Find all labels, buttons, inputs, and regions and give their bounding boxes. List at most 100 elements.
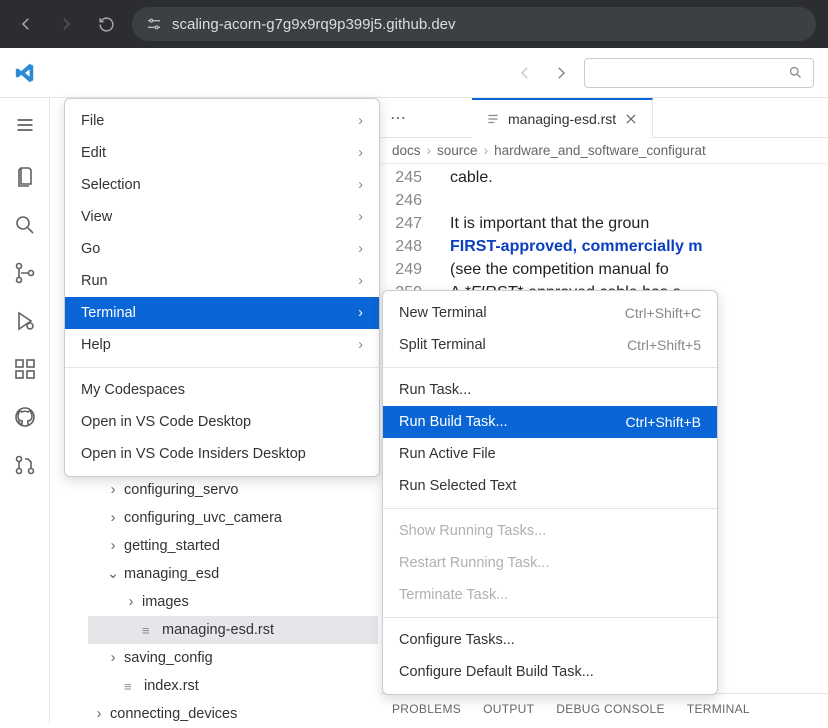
tree-label: getting_started bbox=[124, 538, 220, 554]
chevron-right-icon: › bbox=[358, 177, 363, 193]
rst-file-icon bbox=[486, 112, 500, 126]
submenu-item-split-terminal[interactable]: Split TerminalCtrl+Shift+5 bbox=[383, 329, 717, 361]
menu-item-open-in-vs-code-desktop[interactable]: Open in VS Code Desktop bbox=[65, 406, 379, 438]
chevron-right-icon: › bbox=[358, 273, 363, 289]
tree-label: managing-esd.rst bbox=[162, 622, 274, 638]
menu-item-terminal[interactable]: Terminal› bbox=[65, 297, 379, 329]
submenu-item-configure-tasks[interactable]: Configure Tasks... bbox=[383, 624, 717, 656]
file-explorer-tree: ›configuring_servo›configuring_uvc_camer… bbox=[88, 476, 378, 728]
menu-item-file[interactable]: File› bbox=[65, 105, 379, 137]
breadcrumb-segment[interactable]: docs bbox=[392, 143, 421, 158]
editor-nav-forward-button[interactable] bbox=[548, 60, 574, 86]
pull-request-icon[interactable] bbox=[12, 452, 38, 478]
submenu-item-run-build-task[interactable]: Run Build Task...Ctrl+Shift+B bbox=[383, 406, 717, 438]
editor-tab[interactable]: managing-esd.rst bbox=[472, 98, 653, 138]
tree-label: index.rst bbox=[144, 678, 199, 694]
chevron-right-icon: › bbox=[358, 145, 363, 161]
vscode-title-bar bbox=[0, 48, 828, 98]
chevron-right-icon: › bbox=[92, 706, 106, 722]
github-icon[interactable] bbox=[12, 404, 38, 430]
submenu-item-new-terminal[interactable]: New TerminalCtrl+Shift+C bbox=[383, 297, 717, 329]
explorer-icon[interactable] bbox=[12, 164, 38, 190]
chevron-down-icon: ⌄ bbox=[106, 566, 120, 582]
sidebar: File›Edit›Selection›View›Go›Run›Terminal… bbox=[50, 98, 380, 723]
tree-folder[interactable]: ›saving_config bbox=[88, 644, 378, 672]
chevron-right-icon: › bbox=[358, 305, 363, 321]
chevron-right-icon: › bbox=[106, 538, 120, 554]
editor-tab-bar: ⋯ managing-esd.rst bbox=[380, 98, 828, 138]
menu-item-view[interactable]: View› bbox=[65, 201, 379, 233]
chevron-right-icon: › bbox=[358, 241, 363, 257]
menu-item-edit[interactable]: Edit› bbox=[65, 137, 379, 169]
tree-file[interactable]: ≡ managing-esd.rst bbox=[88, 616, 378, 644]
panel-tab-bar: PROBLEMS OUTPUT DEBUG CONSOLE TERMINAL bbox=[380, 693, 828, 723]
main-menu-popup: File›Edit›Selection›View›Go›Run›Terminal… bbox=[64, 98, 380, 477]
tree-label: configuring_uvc_camera bbox=[124, 510, 282, 526]
menu-item-selection[interactable]: Selection› bbox=[65, 169, 379, 201]
breadcrumb[interactable]: docs › source › hardware_and_software_config… bbox=[380, 138, 828, 164]
browser-forward-button[interactable] bbox=[52, 10, 80, 38]
panel-tab-problems[interactable]: PROBLEMS bbox=[392, 702, 461, 716]
chevron-right-icon: › bbox=[124, 594, 138, 610]
submenu-item-configure-default-build-task[interactable]: Configure Default Build Task... bbox=[383, 656, 717, 688]
editor-nav-back-button[interactable] bbox=[512, 60, 538, 86]
site-settings-icon[interactable] bbox=[146, 16, 162, 32]
panel-tab-output[interactable]: OUTPUT bbox=[483, 702, 534, 716]
vscode-logo-icon bbox=[14, 62, 36, 84]
extensions-icon[interactable] bbox=[12, 356, 38, 382]
close-icon[interactable] bbox=[624, 112, 638, 126]
tree-label: managing_esd bbox=[124, 566, 219, 582]
tree-folder[interactable]: ›configuring_servo bbox=[88, 476, 378, 504]
tab-label: managing-esd.rst bbox=[508, 111, 616, 127]
chevron-right-icon: › bbox=[358, 337, 363, 353]
chevron-right-icon: › bbox=[106, 510, 120, 526]
chevron-right-icon: › bbox=[106, 482, 120, 498]
terminal-submenu-popup: New TerminalCtrl+Shift+CSplit TerminalCt… bbox=[382, 290, 718, 695]
tree-label: configuring_servo bbox=[124, 482, 238, 498]
breadcrumb-segment[interactable]: hardware_and_software_configurat bbox=[494, 143, 706, 158]
menu-item-run[interactable]: Run› bbox=[65, 265, 379, 297]
tree-file[interactable]: ≡ index.rst bbox=[88, 672, 378, 700]
submenu-item-restart-running-task: Restart Running Task... bbox=[383, 547, 717, 579]
chevron-right-icon: › bbox=[484, 143, 489, 158]
search-icon bbox=[788, 65, 803, 80]
submenu-item-terminate-task: Terminate Task... bbox=[383, 579, 717, 611]
chevron-right-icon: › bbox=[358, 209, 363, 225]
tree-folder[interactable]: ›connecting_devices bbox=[88, 700, 378, 728]
source-control-icon[interactable] bbox=[12, 260, 38, 286]
run-debug-icon[interactable] bbox=[12, 308, 38, 334]
file-icon: ≡ bbox=[124, 679, 140, 694]
tree-folder[interactable]: ›configuring_uvc_camera bbox=[88, 504, 378, 532]
browser-url-bar[interactable]: scaling-acorn-g7g9x9rq9p399j5.github.dev bbox=[132, 7, 816, 41]
menu-item-go[interactable]: Go› bbox=[65, 233, 379, 265]
activity-bar bbox=[0, 98, 50, 723]
tree-folder[interactable]: ›getting_started bbox=[88, 532, 378, 560]
browser-chrome: scaling-acorn-g7g9x9rq9p399j5.github.dev bbox=[0, 0, 828, 48]
file-icon: ≡ bbox=[142, 623, 158, 638]
url-text: scaling-acorn-g7g9x9rq9p399j5.github.dev bbox=[172, 16, 456, 33]
search-activity-icon[interactable] bbox=[12, 212, 38, 238]
submenu-item-run-selected-text[interactable]: Run Selected Text bbox=[383, 470, 717, 502]
menu-item-my-codespaces[interactable]: My Codespaces bbox=[65, 374, 379, 406]
tab-overflow-button[interactable]: ⋯ bbox=[380, 108, 416, 128]
command-center-search[interactable] bbox=[584, 58, 814, 88]
tree-label: connecting_devices bbox=[110, 706, 237, 722]
tree-folder[interactable]: ›images bbox=[88, 588, 378, 616]
menu-item-open-in-vs-code-insiders-desktop[interactable]: Open in VS Code Insiders Desktop bbox=[65, 438, 379, 470]
panel-tab-debug-console[interactable]: DEBUG CONSOLE bbox=[556, 702, 665, 716]
browser-back-button[interactable] bbox=[12, 10, 40, 38]
tree-label: images bbox=[142, 594, 189, 610]
menu-item-help[interactable]: Help› bbox=[65, 329, 379, 361]
chevron-right-icon: › bbox=[427, 143, 432, 158]
panel-tab-terminal[interactable]: TERMINAL bbox=[687, 702, 750, 716]
submenu-item-show-running-tasks: Show Running Tasks... bbox=[383, 515, 717, 547]
submenu-item-run-active-file[interactable]: Run Active File bbox=[383, 438, 717, 470]
breadcrumb-segment[interactable]: source bbox=[437, 143, 478, 158]
menu-hamburger-button[interactable] bbox=[12, 112, 38, 138]
tree-label: saving_config bbox=[124, 650, 213, 666]
tree-folder[interactable]: ⌄managing_esd bbox=[88, 560, 378, 588]
chevron-right-icon: › bbox=[358, 113, 363, 129]
chevron-right-icon: › bbox=[106, 650, 120, 666]
browser-reload-button[interactable] bbox=[92, 10, 120, 38]
submenu-item-run-task[interactable]: Run Task... bbox=[383, 374, 717, 406]
